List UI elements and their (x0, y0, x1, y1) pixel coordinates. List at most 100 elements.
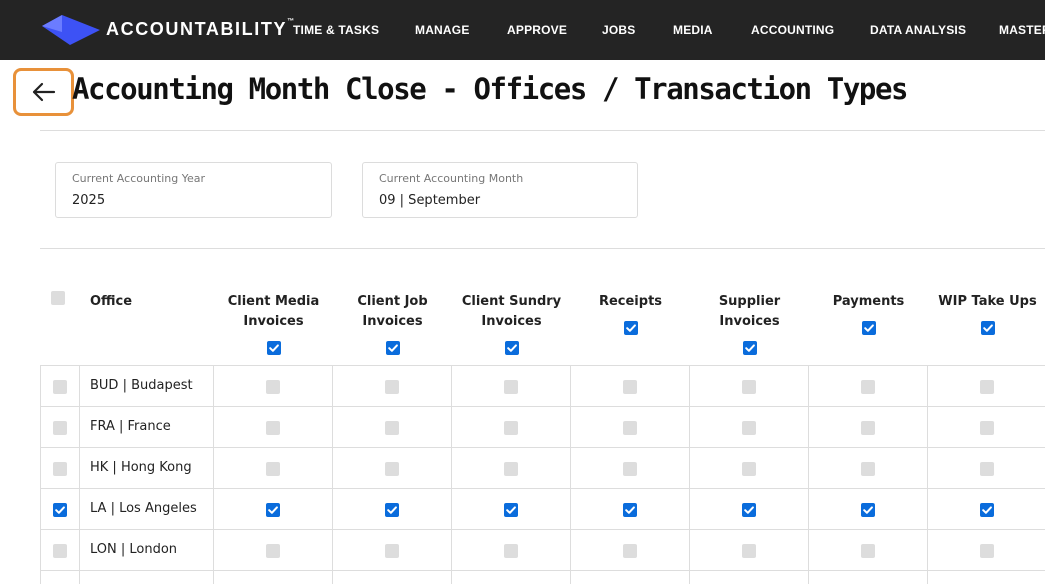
transaction-type-checkbox[interactable] (266, 420, 280, 435)
transaction-type-cell (809, 407, 928, 448)
office-transaction-table: Office Client Media Invoices Client Job Inv… (40, 270, 1045, 584)
transaction-type-checkbox[interactable] (861, 379, 875, 394)
page-title: Accounting Month Close - Offices / Trans… (72, 72, 908, 106)
office-name: BUD | Budapest (90, 378, 193, 393)
row-select-checkbox[interactable] (53, 461, 67, 476)
transaction-type-checkbox[interactable] (742, 461, 756, 476)
accounting-month-value: 09 | September (379, 193, 481, 208)
transaction-type-cell (809, 489, 928, 530)
row-select-checkbox[interactable] (53, 420, 67, 435)
transaction-type-cell (809, 571, 928, 584)
transaction-type-checkbox[interactable] (504, 502, 518, 517)
table-body: BUD | Budapest FRA | France HK | Hong Kong… (40, 366, 1045, 584)
transaction-type-checkbox[interactable] (861, 502, 875, 517)
transaction-type-checkbox[interactable] (504, 379, 518, 394)
transaction-type-cell (809, 530, 928, 571)
nav-item-accounting[interactable]: ACCOUNTING (751, 23, 834, 37)
transaction-type-cell (452, 489, 571, 530)
row-select-cell (40, 571, 80, 584)
column-select-all-checkbox[interactable] (623, 321, 638, 335)
column-select-all-checkbox[interactable] (861, 321, 876, 335)
transaction-type-checkbox[interactable] (980, 420, 994, 435)
column-header-label: Client Media Invoices (214, 292, 333, 332)
transaction-type-checkbox[interactable] (385, 502, 399, 517)
column-header-line1: Client Sundry (461, 294, 562, 309)
column-header-label: WIP Take Ups (928, 292, 1045, 312)
nav-item-manage[interactable]: MANAGE (415, 23, 470, 37)
checkmark-icon (625, 324, 636, 332)
column-header-line2: Invoices (362, 314, 423, 329)
transaction-type-checkbox[interactable] (980, 379, 994, 394)
transaction-type-checkbox[interactable] (742, 543, 756, 558)
transaction-type-checkbox[interactable] (266, 461, 280, 476)
nav-item-data-analysis[interactable]: DATA ANALYSIS (870, 23, 966, 37)
transaction-type-checkbox[interactable] (504, 461, 518, 476)
transaction-type-checkbox[interactable] (623, 420, 637, 435)
transaction-type-checkbox[interactable] (266, 502, 280, 517)
transaction-type-cell (809, 366, 928, 407)
transaction-type-checkbox[interactable] (385, 420, 399, 435)
row-select-checkbox[interactable] (53, 379, 67, 394)
column-header-label: Receipts (571, 292, 690, 312)
row-select-cell (40, 407, 80, 448)
nav-item-time-tasks[interactable]: TIME & TASKS (293, 23, 379, 37)
office-name: HK | Hong Kong (90, 460, 192, 475)
transaction-type-cell (214, 407, 333, 448)
office-name: LA | Los Angeles (90, 501, 197, 516)
column-select-all-checkbox[interactable] (385, 341, 400, 355)
checkmark-icon (625, 505, 635, 514)
transaction-type-checkbox[interactable] (504, 420, 518, 435)
column-header-client-media-invoices: Client Media Invoices (214, 270, 333, 366)
transaction-type-checkbox[interactable] (980, 461, 994, 476)
row-select-checkbox[interactable] (53, 502, 67, 517)
transaction-type-cell (571, 489, 690, 530)
transaction-type-checkbox[interactable] (861, 543, 875, 558)
column-header-line2: Invoices (481, 314, 542, 329)
column-header-payments: Payments (809, 270, 928, 366)
nav-item-master[interactable]: MASTER (999, 23, 1045, 37)
column-select-all-checkbox[interactable] (742, 341, 757, 355)
transaction-type-cell (452, 407, 571, 448)
transaction-type-checkbox[interactable] (742, 379, 756, 394)
nav-item-media[interactable]: MEDIA (673, 23, 713, 37)
back-button[interactable] (13, 68, 74, 116)
transaction-type-checkbox[interactable] (623, 461, 637, 476)
transaction-type-checkbox[interactable] (623, 543, 637, 558)
transaction-type-cell (928, 489, 1045, 530)
top-nav-bar: ACCOUNTABILITY™ TIME & TASKS MANAGE APPR… (0, 0, 1045, 60)
column-select-all-checkbox[interactable] (504, 341, 519, 355)
transaction-type-checkbox[interactable] (861, 461, 875, 476)
nav-item-jobs[interactable]: JOBS (602, 23, 635, 37)
accounting-month-field[interactable]: Current Accounting Month 09 | September (362, 162, 638, 218)
transaction-type-cell (214, 448, 333, 489)
brand-name[interactable]: ACCOUNTABILITY™ (106, 18, 294, 40)
select-all-checkbox[interactable] (51, 291, 65, 305)
column-header-label: Client Job Invoices (333, 292, 452, 332)
checkmark-icon (268, 505, 278, 514)
row-select-checkbox[interactable] (53, 543, 67, 558)
nav-item-approve[interactable]: APPROVE (507, 23, 567, 37)
transaction-type-checkbox[interactable] (504, 543, 518, 558)
transaction-type-checkbox[interactable] (385, 461, 399, 476)
transaction-type-checkbox[interactable] (623, 502, 637, 517)
office-name: FRA | France (90, 419, 171, 434)
transaction-type-checkbox[interactable] (861, 420, 875, 435)
transaction-type-cell (690, 407, 809, 448)
column-header-line2: Invoices (243, 314, 304, 329)
column-select-all-checkbox[interactable] (266, 341, 281, 355)
transaction-type-checkbox[interactable] (385, 379, 399, 394)
transaction-type-cell (809, 448, 928, 489)
diamond-logo-icon[interactable] (42, 14, 100, 46)
transaction-type-checkbox[interactable] (742, 420, 756, 435)
transaction-type-checkbox[interactable] (742, 502, 756, 517)
transaction-type-checkbox[interactable] (266, 543, 280, 558)
transaction-type-checkbox[interactable] (623, 379, 637, 394)
transaction-type-checkbox[interactable] (385, 543, 399, 558)
transaction-type-checkbox[interactable] (980, 543, 994, 558)
column-header-label: Payments (809, 292, 928, 312)
transaction-type-checkbox[interactable] (266, 379, 280, 394)
column-select-all-checkbox[interactable] (980, 321, 995, 335)
transaction-type-cell (333, 448, 452, 489)
accounting-year-field[interactable]: Current Accounting Year 2025 (55, 162, 332, 218)
transaction-type-checkbox[interactable] (980, 502, 994, 517)
